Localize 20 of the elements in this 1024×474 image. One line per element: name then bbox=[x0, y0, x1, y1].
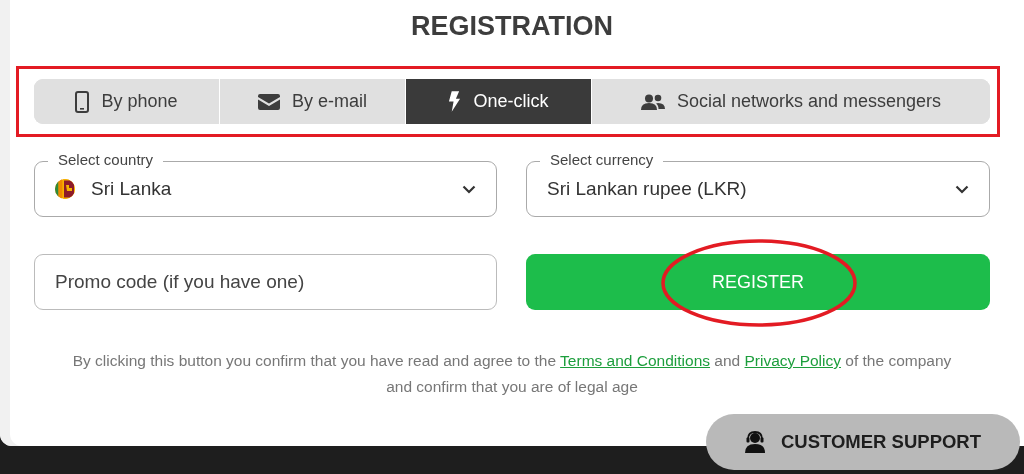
legal-link[interactable]: Privacy Policy bbox=[744, 352, 841, 369]
promo-code-field[interactable]: Promo code (if you have one) bbox=[34, 254, 497, 310]
tab[interactable]: By phone bbox=[34, 79, 220, 124]
chevron-down-icon bbox=[462, 184, 476, 194]
people-icon bbox=[640, 93, 665, 110]
headset-icon bbox=[744, 431, 765, 453]
envelope-icon bbox=[258, 93, 280, 110]
country-select[interactable]: Select country Sri Lanka bbox=[34, 150, 497, 217]
currency-select[interactable]: Select currency Sri Lankan rupee (LKR) bbox=[526, 150, 990, 217]
chevron-down-icon bbox=[955, 184, 969, 194]
page-title: REGISTRATION bbox=[410, 10, 614, 43]
tab[interactable]: One-click bbox=[406, 79, 592, 124]
phone-icon bbox=[75, 90, 90, 113]
currency-value: Sri Lankan rupee (LKR) bbox=[547, 178, 748, 200]
customer-support-button[interactable]: CUSTOMER SUPPORT bbox=[706, 414, 1020, 470]
lightning-icon bbox=[448, 91, 462, 112]
country-value: Sri Lanka bbox=[91, 178, 173, 200]
legal-link[interactable]: Terms and Conditions bbox=[560, 352, 711, 369]
flag-icon bbox=[55, 179, 75, 199]
legal-text: By clicking this button you confirm that you have read and agree to the Terms and Conditions and Privacy Policy of the company and confirm that you are of legal age bbox=[71, 351, 953, 397]
